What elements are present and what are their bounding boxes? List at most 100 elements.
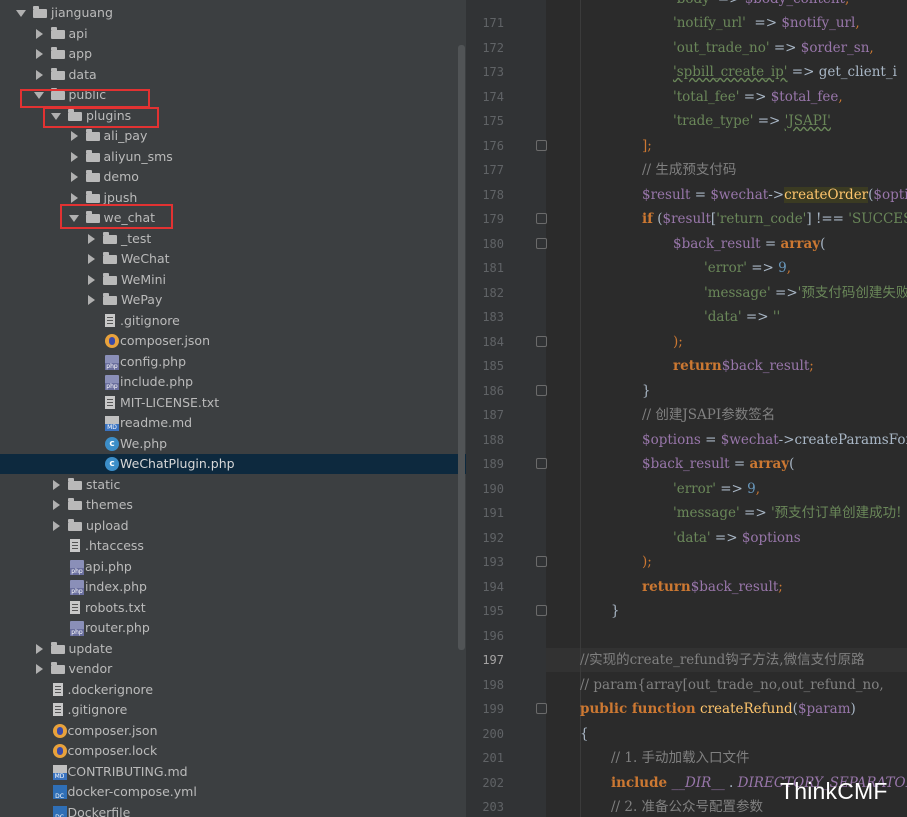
fold-marker-icon[interactable]: [536, 556, 547, 567]
tree-scrollbar[interactable]: [458, 45, 465, 650]
tree-item[interactable]: composer.json: [0, 331, 466, 351]
tree-item[interactable]: themes: [0, 495, 466, 515]
tree-item[interactable]: _test: [0, 229, 466, 249]
tree-item[interactable]: index.php: [0, 577, 466, 597]
highlight-box: [60, 204, 173, 229]
code-line[interactable]: 'total_fee' => $total_fee,: [673, 85, 843, 109]
tree-item[interactable]: c WeChatPlugin.php: [0, 454, 466, 474]
fold-marker-icon[interactable]: [536, 458, 547, 469]
code-line[interactable]: //实现的create_refund钩子方法,微信支付原路: [580, 648, 865, 672]
fold-marker-icon[interactable]: [536, 703, 547, 714]
tree-item[interactable]: vendor: [0, 659, 466, 679]
tree-item[interactable]: .gitignore: [0, 700, 466, 720]
tree-item[interactable]: api.php: [0, 557, 466, 577]
code-line[interactable]: $result = $wechat->createOrder($option: [642, 183, 907, 207]
code-line[interactable]: 'spbill_create_ip' => get_client_i: [673, 60, 897, 84]
code-line[interactable]: // 创建JSAPI参数签名: [642, 403, 775, 427]
tree-item[interactable]: .htaccess: [0, 536, 466, 556]
code-line[interactable]: ];: [642, 134, 652, 158]
tree-item[interactable]: MIT-LICENSE.txt: [0, 393, 466, 413]
tree-item[interactable]: docker-compose.yml: [0, 782, 466, 802]
code-line[interactable]: // 生成预支付码: [642, 158, 736, 182]
chevron-right-icon[interactable]: [35, 49, 43, 59]
code-line[interactable]: $back_result = array(: [642, 452, 794, 476]
fold-marker-icon[interactable]: [536, 237, 547, 249]
tree-item[interactable]: composer.json: [0, 721, 466, 741]
tree-item[interactable]: robots.txt: [0, 598, 466, 618]
code-line[interactable]: }: [642, 379, 651, 403]
fold-marker-icon[interactable]: [536, 605, 547, 616]
php-file-icon: [105, 375, 119, 390]
chevron-right-icon[interactable]: [88, 233, 95, 244]
chevron-right-icon[interactable]: [35, 664, 43, 674]
tree-item[interactable]: update: [0, 639, 466, 659]
code-line[interactable]: public function createRefund($param): [580, 697, 856, 721]
tree-item[interactable]: .dockerignore: [0, 680, 466, 700]
code-line[interactable]: 'message' => '预支付订单创建成功!: [673, 501, 902, 525]
tree-item[interactable]: include.php: [0, 372, 466, 392]
code-line[interactable]: }: [611, 599, 620, 623]
code-line[interactable]: 'data' => $options: [673, 526, 801, 550]
tree-item[interactable]: WePay: [0, 290, 466, 310]
text-file-icon: [70, 600, 80, 614]
tree-item[interactable]: ali_pay: [0, 126, 466, 146]
code-line[interactable]: return$back_result;: [673, 354, 814, 378]
fold-marker-icon[interactable]: [536, 213, 547, 224]
fold-marker-icon[interactable]: [536, 384, 547, 396]
tree-item[interactable]: Dockerfile: [0, 803, 466, 817]
code-line[interactable]: $options = $wechat->createParamsForJsA: [642, 428, 907, 452]
tree-item[interactable]: api: [0, 24, 466, 44]
tree-item[interactable]: composer.lock: [0, 741, 466, 761]
tree-item[interactable]: data: [0, 65, 466, 85]
fold-marker-icon[interactable]: [536, 139, 547, 151]
tree-item-label: composer.lock: [67, 743, 158, 758]
fold-marker-icon[interactable]: [536, 335, 547, 347]
tree-item[interactable]: .gitignore: [0, 311, 466, 331]
code-line[interactable]: // param{array[out_trade_no,out_refund_n…: [580, 673, 884, 697]
chevron-right-icon[interactable]: [35, 28, 43, 39]
tree-item[interactable]: static: [0, 475, 466, 495]
tree-item[interactable]: WeChat: [0, 249, 466, 269]
tree-item[interactable]: c We.php: [0, 434, 466, 454]
chevron-right-icon[interactable]: [35, 643, 43, 654]
code-line[interactable]: 'notify_url' => $notify_url,: [673, 11, 860, 35]
tree-item[interactable]: upload: [0, 516, 466, 536]
chevron-right-icon[interactable]: [88, 254, 95, 264]
code-line[interactable]: {: [580, 722, 589, 746]
tree-item[interactable]: jianguang: [0, 3, 466, 23]
code-line[interactable]: 'trade_type' => 'JSAPI': [673, 109, 831, 133]
tree-item[interactable]: CONTRIBUTING.md: [0, 762, 466, 782]
code-line[interactable]: 'message' =>'预支付码创建失败: [704, 281, 907, 305]
code-line[interactable]: 'data' => '': [704, 305, 780, 329]
chevron-right-icon[interactable]: [53, 479, 60, 490]
code-line[interactable]: return$back_result;: [642, 575, 783, 599]
chevron-right-icon[interactable]: [53, 520, 60, 531]
chevron-right-icon[interactable]: [70, 151, 78, 162]
tree-item[interactable]: WeMini: [0, 270, 466, 290]
tree-item[interactable]: router.php: [0, 618, 466, 638]
tree-item[interactable]: config.php: [0, 352, 466, 372]
code-line[interactable]: );: [673, 330, 683, 354]
chevron-right-icon[interactable]: [70, 172, 78, 182]
code-line[interactable]: // 2. 准备公众号配置参数: [611, 795, 763, 817]
tree-item[interactable]: aliyun_sms: [0, 147, 466, 167]
code-line[interactable]: $back_result = array(: [673, 232, 825, 256]
tree-item[interactable]: app: [0, 44, 466, 64]
tree-item[interactable]: readme.md: [0, 413, 466, 433]
code-line[interactable]: 'error' => 9,: [704, 256, 791, 280]
chevron-right-icon[interactable]: [88, 274, 95, 285]
code-line[interactable]: 'out_trade_no' => $order_sn,: [673, 36, 874, 60]
chevron-right-icon[interactable]: [70, 192, 78, 203]
code-line[interactable]: 'error' => 9,: [673, 477, 760, 501]
chevron-right-icon[interactable]: [70, 131, 78, 141]
code-line[interactable]: // 1. 手动加载入口文件: [611, 746, 750, 770]
chevron-right-icon[interactable]: [53, 500, 60, 510]
chevron-down-icon[interactable]: [16, 10, 26, 17]
php-file-icon: [70, 580, 84, 595]
code-line[interactable]: if ($result['return_code'] !== 'SUCCES: [642, 207, 907, 231]
chevron-right-icon[interactable]: [88, 295, 95, 305]
chevron-right-icon[interactable]: [35, 69, 43, 80]
code-line[interactable]: );: [642, 550, 652, 574]
code-line[interactable]: 'body' => $body_content,: [673, 0, 849, 11]
tree-item[interactable]: demo: [0, 167, 466, 187]
